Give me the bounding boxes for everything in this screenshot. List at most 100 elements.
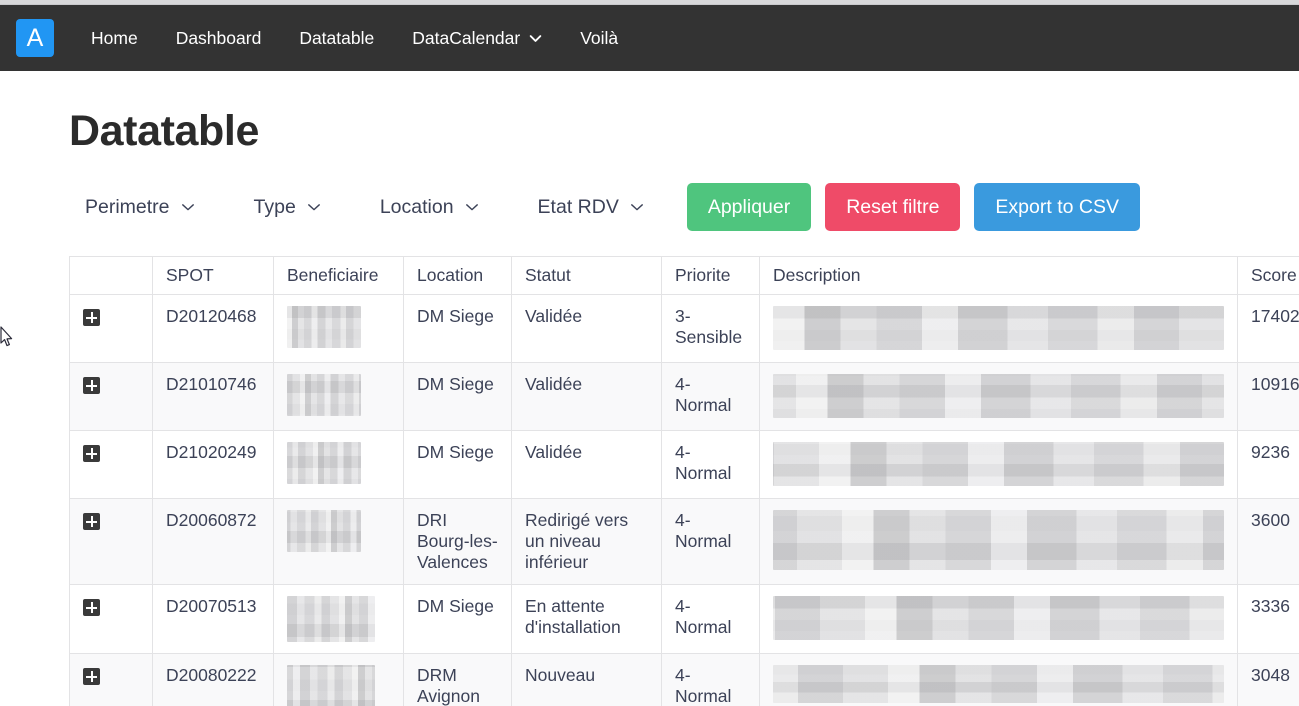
expand-row-button[interactable] (83, 377, 100, 395)
nav-links: Home Dashboard Datatable DataCalendar Vo… (72, 20, 637, 57)
page-title: Datatable (69, 107, 259, 155)
redacted-description (773, 510, 1224, 571)
nav-link-dashboard[interactable]: Dashboard (157, 20, 281, 57)
cell-beneficiaire (273, 294, 404, 364)
nav-link-label: Home (91, 27, 138, 48)
nav-link-label: DataCalendar (412, 27, 521, 48)
cell-expand (69, 430, 153, 500)
filter-dropdown-location[interactable]: Location (364, 186, 495, 229)
chevron-down-icon (529, 32, 542, 45)
table-header-row: SPOT Beneficiaire Location Statut Priori… (69, 256, 1299, 296)
cell-location: DM Siege (403, 362, 512, 432)
expand-row-button[interactable] (83, 513, 100, 531)
column-header-priorite[interactable]: Priorite (661, 256, 760, 296)
cell-score: 9236 (1237, 430, 1299, 500)
filter-label: Etat RDV (537, 195, 619, 218)
table-row[interactable]: D20060872 DRI Bourg-les-Valences Redirigé … (69, 498, 1299, 586)
datatable-body: D20120468 DM Siege Validée 3-Sensible 17402 D… (69, 294, 1299, 706)
redacted-beneficiaire (287, 442, 361, 485)
cell-description (759, 584, 1238, 655)
filter-label: Location (379, 195, 454, 218)
redacted-description (773, 665, 1224, 704)
chevron-down-icon (465, 200, 479, 214)
redacted-description (773, 374, 1224, 419)
nav-link-home[interactable]: Home (72, 20, 157, 57)
cell-score: 10916 (1237, 362, 1299, 432)
cell-description (759, 653, 1238, 706)
cell-statut: Nouveau (511, 653, 662, 706)
table-row[interactable]: D21010746 DM Siege Validée 4-Normal 10916 (69, 362, 1299, 432)
redacted-beneficiaire (287, 510, 361, 553)
page-content: Datatable Perimetre Type Location Etat R… (0, 107, 1299, 706)
cell-description (759, 362, 1238, 432)
cell-beneficiaire (273, 430, 404, 500)
cell-spot: D20080222 (152, 653, 274, 706)
redacted-beneficiaire (287, 665, 375, 706)
nav-link-voila[interactable]: Voilà (561, 20, 637, 57)
cell-beneficiaire (273, 653, 404, 706)
brand-logo[interactable]: A (16, 19, 54, 57)
filter-label: Perimetre (85, 195, 170, 218)
expand-row-button[interactable] (83, 309, 100, 327)
chevron-down-icon (181, 200, 195, 214)
datatable-container: SPOT Beneficiaire Location Statut Priori… (69, 256, 1299, 706)
reset-filters-button[interactable]: Reset filtre (825, 183, 961, 232)
redacted-beneficiaire (287, 374, 361, 417)
column-header-location[interactable]: Location (403, 256, 512, 296)
cell-beneficiaire (273, 362, 404, 432)
redacted-description (773, 442, 1224, 487)
table-row[interactable]: D20120468 DM Siege Validée 3-Sensible 17402 (69, 294, 1299, 364)
cell-location: DRM Avignon (403, 653, 512, 706)
table-row[interactable]: D20070513 DM Siege En attente d'installati… (69, 584, 1299, 655)
column-header-expand[interactable] (69, 256, 153, 296)
table-row[interactable]: D21020249 DM Siege Validée 4-Normal 9236 (69, 430, 1299, 500)
cell-statut: Validée (511, 362, 662, 432)
cell-spot: D20060872 (152, 498, 274, 586)
main-navbar: A Home Dashboard Datatable DataCalendar … (0, 5, 1299, 71)
cell-location: DM Siege (403, 294, 512, 364)
column-header-score[interactable]: Score (1237, 256, 1299, 296)
column-header-description[interactable]: Description (759, 256, 1238, 296)
redacted-description (773, 596, 1224, 641)
nav-link-label: Dashboard (175, 27, 262, 48)
expand-row-button[interactable] (83, 599, 100, 617)
filter-dropdown-etat-rdv[interactable]: Etat RDV (522, 186, 660, 229)
filter-dropdown-perimetre[interactable]: Perimetre (69, 186, 211, 229)
cell-priorite: 4-Normal (661, 653, 760, 706)
expand-row-button[interactable] (83, 445, 100, 463)
cell-score: 3600 (1237, 498, 1299, 586)
expand-row-button[interactable] (83, 668, 100, 686)
nav-link-label: Voilà (580, 27, 619, 48)
chevron-down-icon (630, 200, 644, 214)
cell-statut: Validée (511, 430, 662, 500)
column-header-beneficiaire[interactable]: Beneficiaire (273, 256, 404, 296)
cell-spot: D20120468 (152, 294, 274, 364)
filter-dropdown-type[interactable]: Type (238, 186, 337, 229)
cell-expand (69, 294, 153, 364)
apply-filters-button[interactable]: Appliquer (686, 183, 812, 232)
cell-statut: Validée (511, 294, 662, 364)
filter-label: Type (253, 195, 296, 218)
cell-priorite: 4-Normal (661, 430, 760, 500)
chevron-down-icon (307, 200, 321, 214)
table-row[interactable]: D20080222 DRM Avignon Nouveau 4-Normal 3048 (69, 653, 1299, 706)
cell-score: 3336 (1237, 584, 1299, 655)
export-csv-button[interactable]: Export to CSV (974, 183, 1140, 232)
cell-beneficiaire (273, 584, 404, 655)
cell-statut: En attente d'installation (511, 584, 662, 655)
cell-expand (69, 362, 153, 432)
nav-link-datacalendar[interactable]: DataCalendar (393, 20, 561, 57)
redacted-beneficiaire (287, 596, 375, 643)
column-header-statut[interactable]: Statut (511, 256, 662, 296)
cell-expand (69, 498, 153, 586)
cell-expand (69, 584, 153, 655)
cell-spot: D21010746 (152, 362, 274, 432)
cell-priorite: 3-Sensible (661, 294, 760, 364)
cell-location: DM Siege (403, 430, 512, 500)
cell-priorite: 4-Normal (661, 498, 760, 586)
nav-link-datatable[interactable]: Datatable (280, 20, 393, 57)
redacted-beneficiaire (287, 306, 361, 349)
column-header-spot[interactable]: SPOT (152, 256, 274, 296)
cell-description (759, 294, 1238, 364)
cell-location: DM Siege (403, 584, 512, 655)
